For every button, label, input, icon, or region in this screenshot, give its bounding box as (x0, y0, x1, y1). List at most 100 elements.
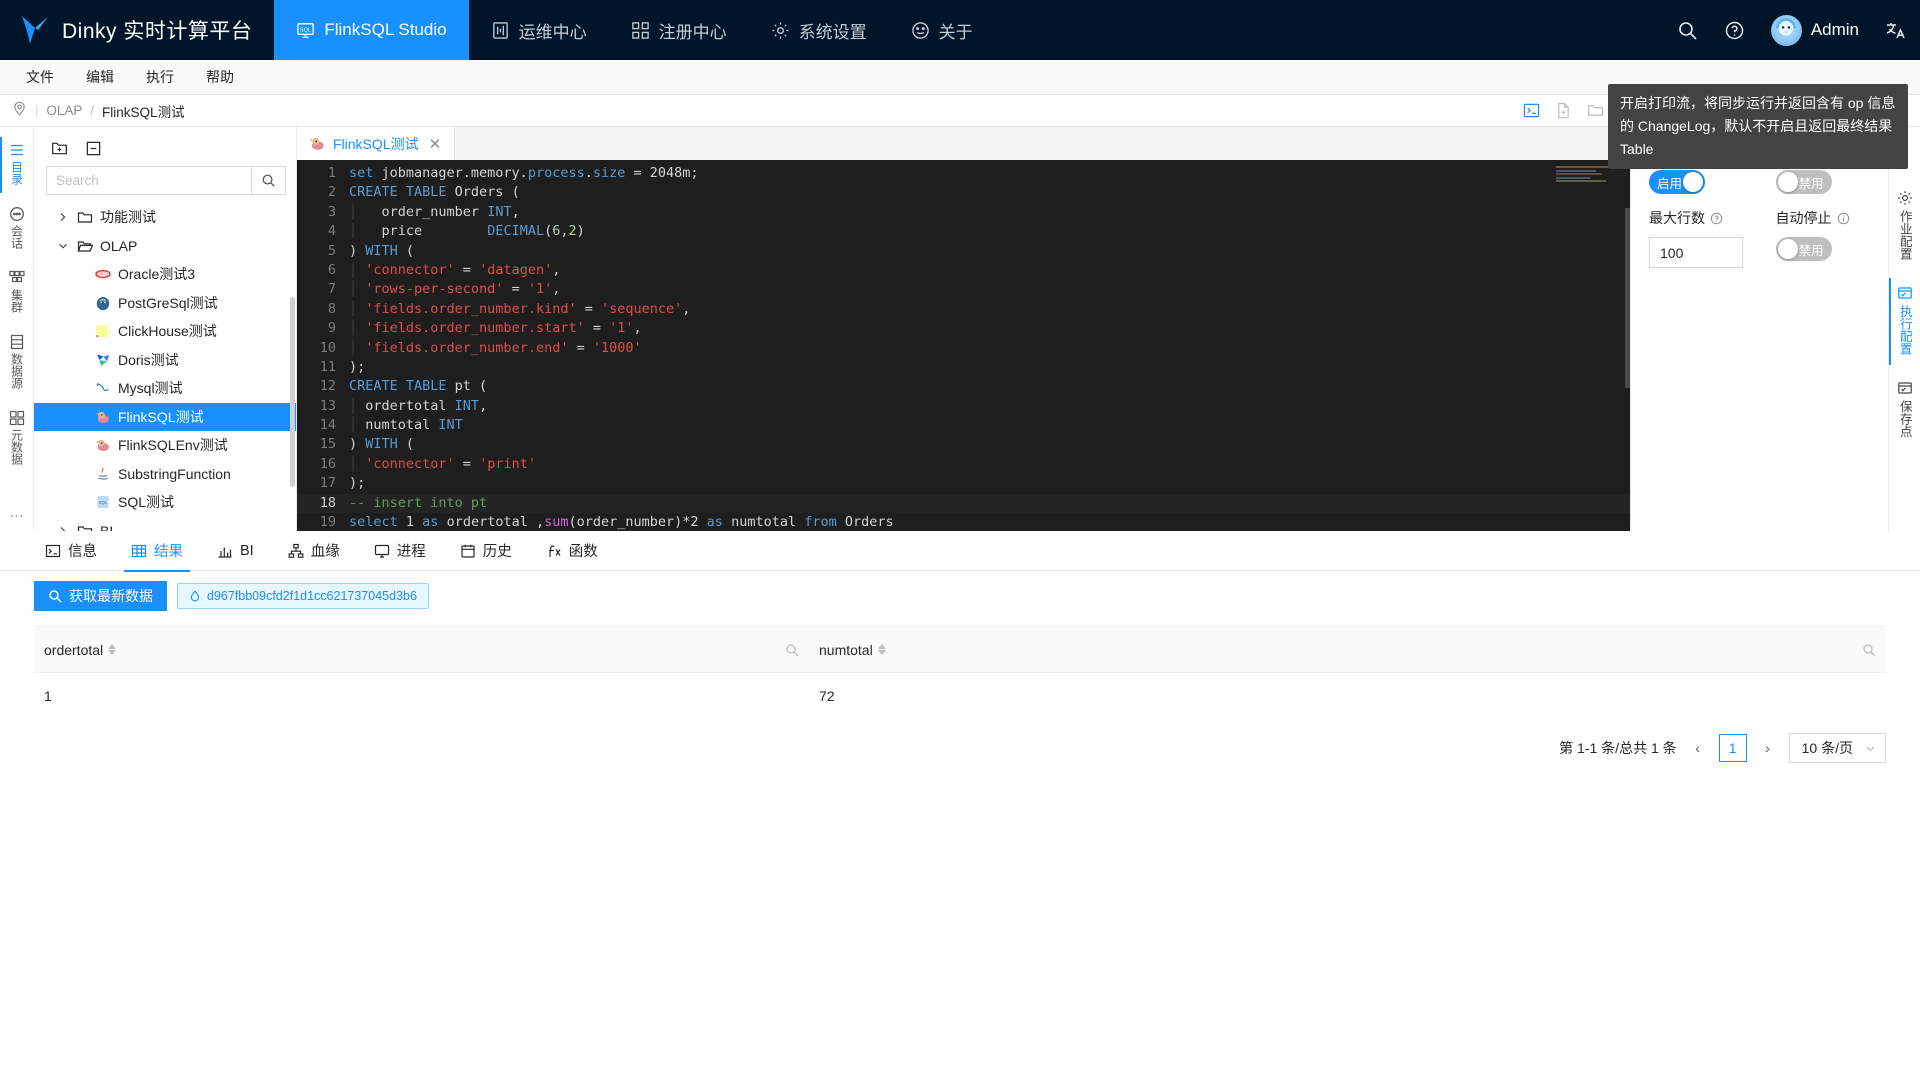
vtab-job-config[interactable]: 作业配置 (1889, 179, 1920, 274)
nav-item-flinksql-studio[interactable]: SQL FlinkSQL Studio (274, 0, 468, 60)
nav-item-about[interactable]: 关于 (889, 0, 995, 60)
tab-process[interactable]: 进程 (357, 531, 443, 571)
search-button[interactable] (251, 167, 285, 194)
tree-scrollbar[interactable] (290, 297, 295, 487)
tree-node-mysql-test[interactable]: Mysql测试 (34, 374, 296, 403)
chevron-down-icon[interactable] (52, 241, 74, 251)
rail-item-datasource[interactable]: 数据源 (0, 325, 33, 401)
page-size-select[interactable]: 10 条/页 (1789, 733, 1886, 763)
tree-node-bi[interactable]: BI (34, 517, 296, 532)
menu-file[interactable]: 文件 (10, 60, 70, 95)
search-box[interactable] (46, 166, 286, 195)
sql-monitor-icon: SQL (296, 21, 315, 40)
code-line: 10│ 'fields.order_number.end' = '1000' (297, 339, 1630, 358)
question-circle-icon[interactable] (1724, 20, 1745, 41)
column-header-numtotal[interactable]: numtotal (809, 627, 1886, 672)
job-id-label: d967fbb09cfd2f1d1cc621737045d3b6 (207, 589, 417, 603)
code-line-text: -- insert into pt (349, 494, 487, 513)
toggle-knob (1778, 172, 1798, 192)
toggle-state-label: 禁用 (1798, 240, 1823, 259)
rail-item-metadata[interactable]: 元数据 (0, 401, 33, 477)
rail-item-label: 集群 (11, 289, 23, 313)
next-page-button[interactable]: › (1756, 740, 1780, 756)
vtab-execution-config[interactable]: 执行配置 (1889, 274, 1920, 369)
tree-node-sql-test[interactable]: SQL SQL测试 (34, 488, 296, 517)
max-rows-input[interactable] (1649, 237, 1743, 268)
print-stream-tooltip: 开启打印流，将同步运行并返回含有 op 信息的 ChangeLog，默认不开启且… (1608, 84, 1908, 169)
code-line-text: select 1 as ordertotal ,sum(order_number… (349, 513, 894, 531)
rail-item-session[interactable]: 会话 (0, 197, 33, 261)
breadcrumb-item-olap[interactable]: OLAP (46, 103, 82, 118)
tree-node-functional-test[interactable]: 功能测试 (34, 203, 296, 232)
brand[interactable]: Dinky 实时计算平台 (0, 13, 274, 47)
tree-node-clickhouse-test[interactable]: ClickHouse测试 (34, 317, 296, 346)
rail-item-label: 会话 (11, 225, 23, 249)
new-folder-icon[interactable] (46, 136, 72, 160)
execution-config-panel: 预览结果 启用 打印流 禁用 最 (1630, 127, 1920, 531)
open-folder-icon[interactable] (1579, 96, 1611, 126)
vtab-label: 作业配置 (1898, 210, 1911, 260)
code-line: 6│ 'connector' = 'datagen', (297, 261, 1630, 280)
line-number: 1 (297, 164, 349, 183)
rail-more-icon[interactable]: … (9, 504, 24, 531)
nav-item-system-settings[interactable]: 系统设置 (749, 0, 889, 60)
close-icon[interactable]: ✕ (426, 135, 445, 153)
run-sql-icon[interactable] (1515, 96, 1547, 126)
tree-node-olap[interactable]: OLAP (34, 232, 296, 261)
nav-item-label: 系统设置 (799, 18, 867, 43)
rail-item-cluster[interactable]: 集群 (0, 261, 33, 325)
auto-stop-toggle[interactable]: 禁用 (1776, 237, 1832, 261)
tab-function[interactable]: 函数 (529, 531, 615, 571)
nav-item-ops-center[interactable]: 运维中心 (469, 0, 609, 60)
tab-label: 血缘 (311, 540, 340, 561)
chevron-right-icon[interactable] (52, 212, 74, 222)
column-search-icon[interactable] (1862, 643, 1876, 657)
code-line: 4│ price DECIMAL(6,2) (297, 222, 1630, 241)
collapse-all-icon[interactable] (80, 136, 106, 160)
tree-node-oracle-test3[interactable]: ORCL Oracle测试3 (34, 260, 296, 289)
print-stream-toggle[interactable]: 禁用 (1776, 170, 1832, 194)
prev-page-button[interactable]: ‹ (1686, 740, 1710, 756)
new-file-icon[interactable] (1547, 96, 1579, 126)
user-menu[interactable]: Admin (1771, 15, 1859, 46)
chevron-down-icon (1865, 743, 1876, 754)
sort-toggle-icon[interactable] (878, 644, 886, 655)
tree-node-postgresql-test[interactable]: PostGreSql测试 (34, 289, 296, 318)
tree-node-flinksql-test[interactable]: FlinkSQL测试 (34, 403, 296, 432)
nav-item-registration-center[interactable]: 注册中心 (609, 0, 749, 60)
tree-node-label: FlinkSQLEnv测试 (118, 435, 228, 455)
sort-toggle-icon[interactable] (108, 644, 116, 655)
code-editor[interactable]: 1set jobmanager.memory.process.size = 20… (297, 160, 1630, 531)
tree-node-substringfunction[interactable]: SubstringFunction (34, 460, 296, 489)
vtab-label: 执行配置 (1898, 305, 1911, 355)
tab-info[interactable]: 信息 (28, 531, 114, 571)
rail-item-catalog[interactable]: 目录 (0, 133, 33, 197)
config-auto-stop: 自动停止 禁用 (1776, 208, 1903, 268)
page-number-1[interactable]: 1 (1719, 734, 1747, 762)
translate-icon[interactable] (1885, 20, 1906, 41)
menu-edit[interactable]: 编辑 (70, 60, 130, 95)
tree-node-label: Mysql测试 (118, 378, 183, 398)
breadcrumb-item-current[interactable]: FlinkSQL测试 (102, 101, 185, 121)
refresh-data-button[interactable]: 获取最新数据 (34, 581, 167, 611)
tab-result[interactable]: 结果 (114, 531, 200, 571)
menu-help[interactable]: 帮助 (190, 60, 250, 95)
tree-node-doris-test[interactable]: Doris测试 (34, 346, 296, 375)
tab-bi[interactable]: BI (200, 531, 271, 571)
preview-result-toggle[interactable]: 启用 (1649, 170, 1705, 194)
search-icon[interactable] (1677, 20, 1698, 41)
job-id-chip[interactable]: d967fbb09cfd2f1d1cc621737045d3b6 (177, 583, 429, 609)
code-minimap[interactable] (1556, 166, 1618, 192)
tab-lineage[interactable]: 血缘 (271, 531, 357, 571)
table-row[interactable]: 1 72 (34, 672, 1886, 719)
editor-tab-flinksql-test[interactable]: FlinkSQL测试 ✕ (297, 127, 455, 160)
tree-node-label: Doris测试 (118, 350, 179, 370)
tab-history[interactable]: 历史 (443, 531, 529, 571)
vtab-savepoint[interactable]: 保存点 (1889, 369, 1920, 452)
column-search-icon[interactable] (785, 643, 799, 657)
tree-node-flinksqlenv-test[interactable]: FlinkSQLEnv测试 (34, 431, 296, 460)
menu-execute[interactable]: 执行 (130, 60, 190, 95)
line-number: 19 (297, 513, 349, 531)
column-header-ordertotal[interactable]: ordertotal (34, 627, 809, 672)
search-input[interactable] (47, 167, 251, 194)
